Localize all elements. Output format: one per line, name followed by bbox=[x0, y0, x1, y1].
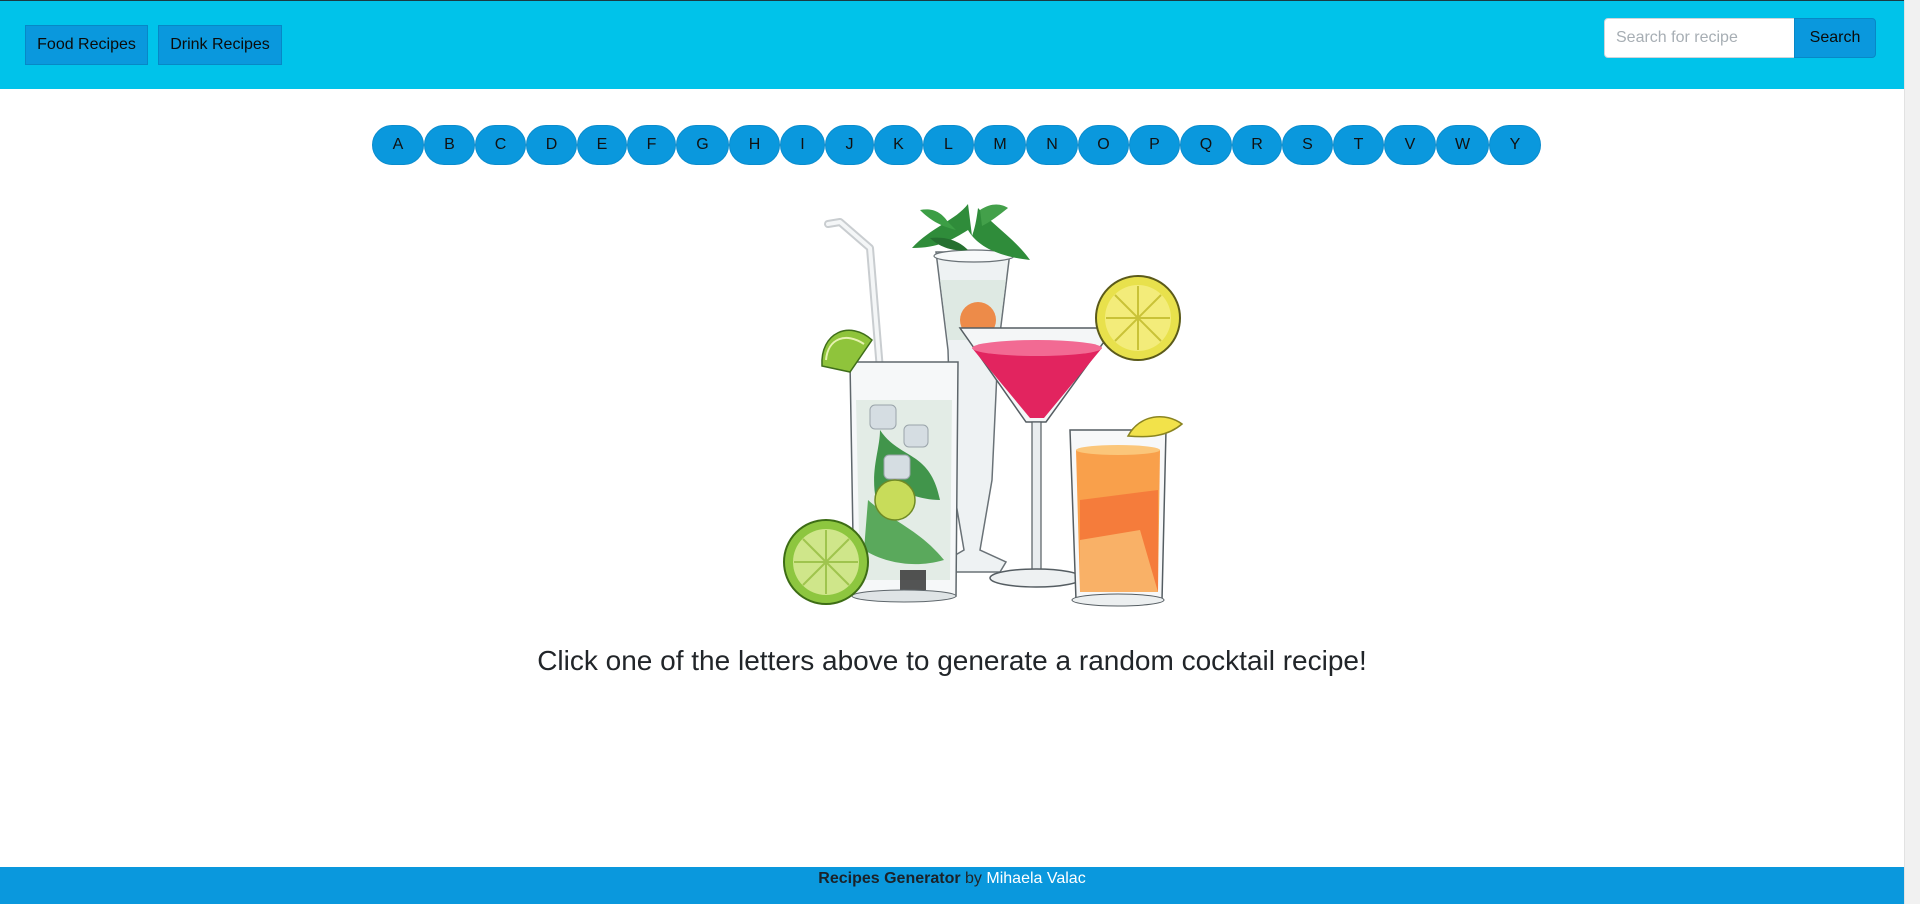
footer-by: by bbox=[965, 870, 982, 887]
food-recipes-button[interactable]: Food Recipes bbox=[25, 25, 148, 65]
letter-button-m[interactable]: M bbox=[974, 125, 1026, 165]
letter-button-s[interactable]: S bbox=[1282, 125, 1333, 165]
letter-button-y[interactable]: Y bbox=[1489, 125, 1541, 165]
letter-button-k[interactable]: K bbox=[874, 125, 923, 165]
search-button[interactable]: Search bbox=[1794, 18, 1876, 58]
letter-button-h[interactable]: H bbox=[729, 125, 780, 165]
letter-button-f[interactable]: F bbox=[627, 125, 676, 165]
drink-recipes-button[interactable]: Drink Recipes bbox=[158, 25, 282, 65]
scrollbar[interactable] bbox=[1904, 0, 1920, 904]
navbar: Food Recipes Drink Recipes Search bbox=[0, 0, 1904, 89]
search-input[interactable] bbox=[1604, 18, 1795, 58]
lemon-slice-icon bbox=[1095, 275, 1181, 361]
author-link[interactable]: Mihaela Valac bbox=[986, 870, 1085, 887]
letter-button-r[interactable]: R bbox=[1232, 125, 1282, 165]
cocktails-icon bbox=[783, 204, 1184, 607]
letter-button-v[interactable]: V bbox=[1384, 125, 1436, 165]
letter-button-b[interactable]: B bbox=[424, 125, 475, 165]
orange-cocktail-glass-icon bbox=[1069, 416, 1184, 607]
letter-button-o[interactable]: O bbox=[1078, 125, 1129, 165]
page: Food Recipes Drink Recipes Search ABCDEF… bbox=[0, 0, 1904, 904]
cocktails-illustration bbox=[780, 200, 1220, 620]
letter-buttons: ABCDEFGHIJKLMNOPQRSTVWY bbox=[372, 125, 1541, 165]
letter-button-p[interactable]: P bbox=[1129, 125, 1180, 165]
letter-button-l[interactable]: L bbox=[923, 125, 974, 165]
letter-button-d[interactable]: D bbox=[526, 125, 577, 165]
letter-button-e[interactable]: E bbox=[577, 125, 627, 165]
letter-button-t[interactable]: T bbox=[1333, 125, 1384, 165]
letter-button-j[interactable]: J bbox=[825, 125, 874, 165]
footer: Recipes Generator by Mihaela Valac bbox=[0, 867, 1904, 904]
page-tagline: Click one of the letters above to genera… bbox=[537, 645, 1367, 676]
letter-button-g[interactable]: G bbox=[676, 125, 729, 165]
letter-button-q[interactable]: Q bbox=[1180, 125, 1232, 165]
footer-brand: Recipes Generator bbox=[818, 870, 961, 887]
letter-button-w[interactable]: W bbox=[1436, 125, 1489, 165]
letter-button-c[interactable]: C bbox=[475, 125, 526, 165]
letter-button-n[interactable]: N bbox=[1026, 125, 1078, 165]
lime-slice-icon bbox=[783, 519, 869, 605]
letter-button-a[interactable]: A bbox=[372, 125, 424, 165]
letter-button-i[interactable]: I bbox=[780, 125, 825, 165]
